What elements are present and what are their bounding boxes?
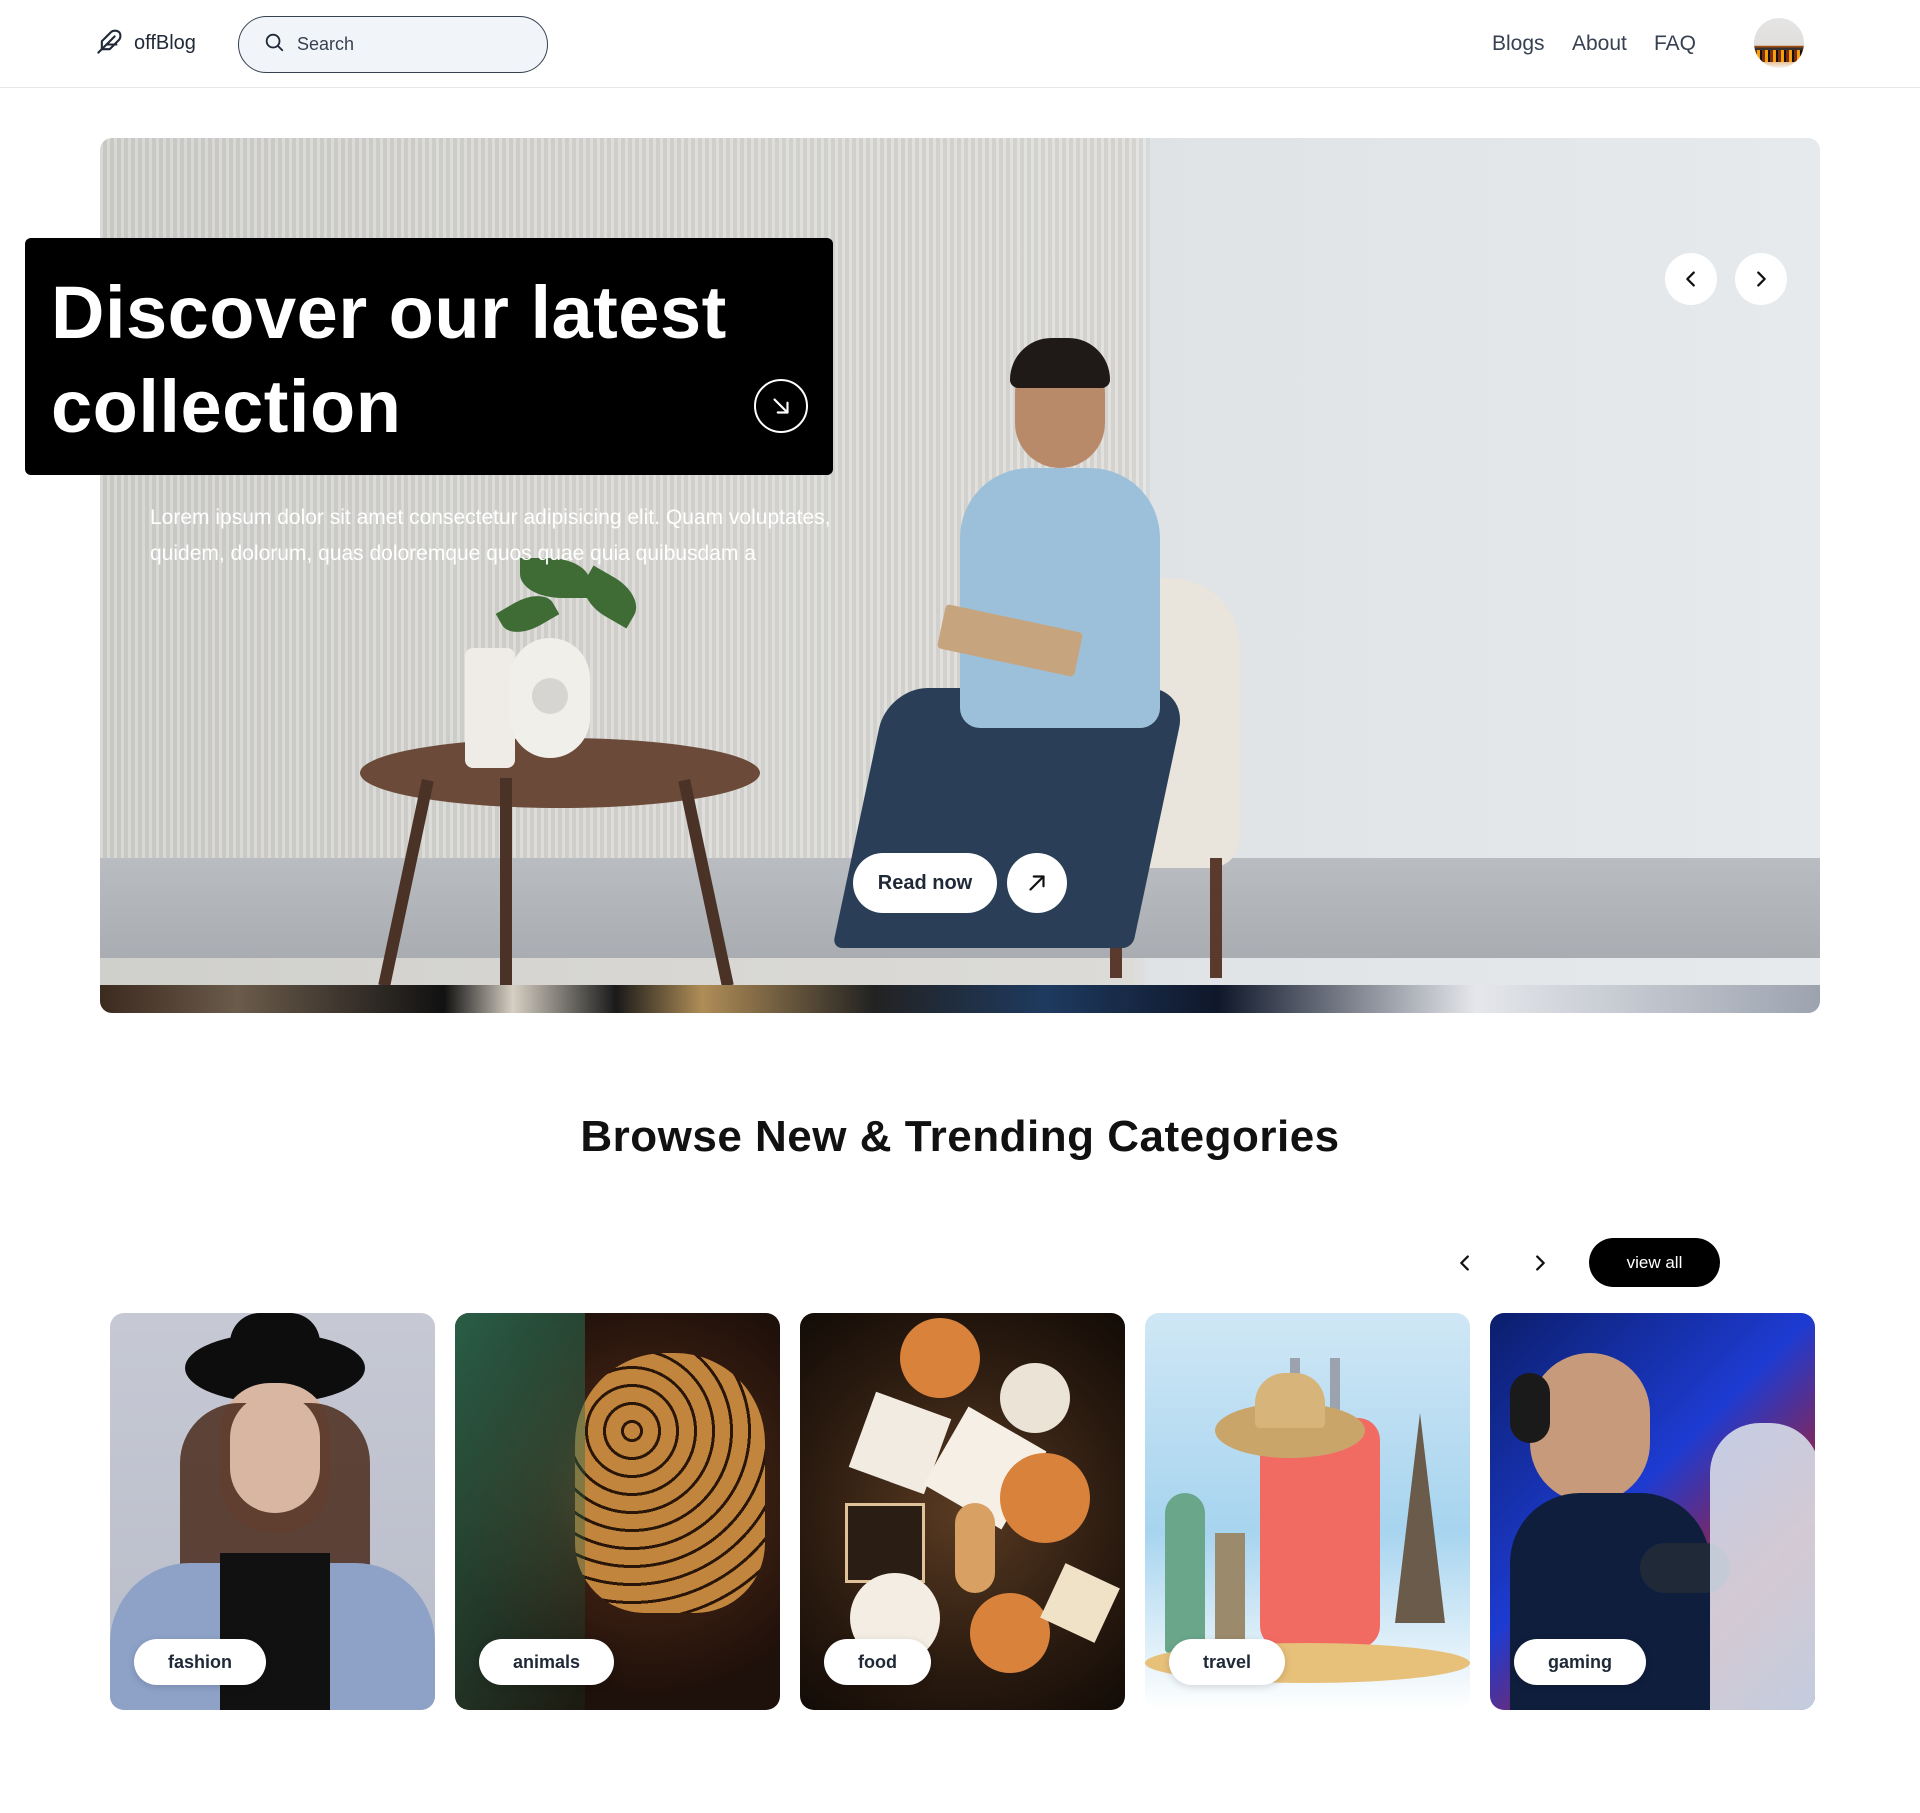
statue-of-liberty [1165, 1493, 1205, 1653]
tray [845, 1503, 925, 1583]
pizza [900, 1318, 980, 1398]
user-avatar[interactable] [1754, 18, 1804, 68]
categories-next-button[interactable] [1520, 1243, 1560, 1283]
big-ben [1215, 1533, 1245, 1643]
calzone [955, 1503, 995, 1593]
categories-title: Browse New & Trending Categories [580, 1112, 1340, 1161]
search-input[interactable] [297, 34, 517, 55]
category-label-travel: travel [1169, 1639, 1286, 1685]
category-card-gaming[interactable]: gaming [1490, 1313, 1815, 1710]
logo[interactable]: offBlog [96, 27, 196, 60]
category-label-food: food [824, 1639, 931, 1685]
category-label-fashion: fashion [134, 1639, 267, 1685]
category-label-animals: animals [479, 1639, 615, 1685]
category-card-fashion[interactable]: fashion [110, 1313, 435, 1710]
chevron-right-icon [1536, 1255, 1545, 1271]
face-front [230, 1393, 320, 1513]
sandwich [1040, 1563, 1120, 1643]
hero-prev-button[interactable] [1665, 253, 1717, 305]
arrow-up-right-icon [1029, 875, 1045, 891]
chair-leg [1210, 858, 1222, 978]
hero-title: Discover our latest collection [51, 271, 727, 448]
pizza [1000, 1453, 1090, 1543]
chevron-left-icon [1686, 271, 1695, 287]
category-card-food[interactable]: food [800, 1313, 1125, 1710]
eiffel-tower [1395, 1413, 1445, 1623]
nav-link-blogs[interactable]: Blogs [1492, 32, 1545, 56]
hero-title-box: Discover our latest collection [25, 238, 833, 475]
category-card-travel[interactable]: travel [1145, 1313, 1470, 1710]
nav-link-faq[interactable]: FAQ [1654, 32, 1696, 56]
read-now-arrow-button[interactable] [1007, 853, 1067, 913]
search-bar[interactable] [238, 16, 548, 73]
category-label-gaming: gaming [1514, 1639, 1647, 1685]
categories-prev-button[interactable] [1445, 1243, 1485, 1283]
vase [465, 648, 515, 768]
view-all-button[interactable]: view all [1589, 1238, 1720, 1287]
nav-link-about[interactable]: About [1572, 32, 1627, 56]
table-leg [500, 778, 512, 988]
person-body [960, 468, 1160, 728]
vase [510, 638, 590, 758]
arrow-down-right-icon [773, 398, 789, 414]
hero-title-arrow-button[interactable] [754, 379, 808, 433]
chevron-right-icon [1757, 271, 1766, 287]
category-card-animals[interactable]: animals [455, 1313, 780, 1710]
hero-next-button[interactable] [1735, 253, 1787, 305]
pizza [970, 1593, 1050, 1673]
logo-text: offBlog [134, 32, 196, 54]
chevron-left-icon [1460, 1255, 1469, 1271]
top [220, 1553, 330, 1710]
hat-crown [230, 1313, 320, 1383]
second-player [1710, 1423, 1815, 1710]
top-navbar: offBlog Blogs About FAQ [0, 0, 1920, 88]
hero-description: Lorem ipsum dolor sit amet consectetur a… [150, 506, 831, 565]
search-icon [263, 31, 285, 58]
plate [1000, 1363, 1070, 1433]
feather-icon [96, 27, 124, 60]
headset [1510, 1373, 1550, 1443]
jaguar [575, 1353, 765, 1613]
hero-thumbnail-strip [100, 985, 1820, 1013]
read-now-button[interactable]: Read now [853, 853, 997, 913]
straw-hat-crown [1255, 1373, 1325, 1428]
